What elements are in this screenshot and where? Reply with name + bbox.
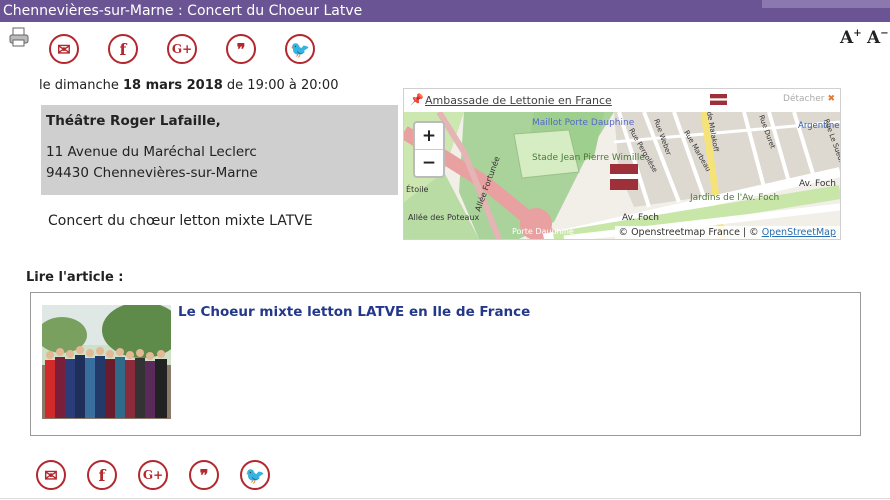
event-description: Concert du chœur letton mixte LATVE [48,213,313,229]
choir-photo[interactable] [42,305,171,419]
map-label: Allée des Poteaux [408,212,479,222]
share-bar-top: ✉ f G+ ❞ 🐦 [49,34,344,64]
window-title: Chennevières-sur-Marne : Concert du Choe… [3,3,363,19]
osm-link[interactable]: OpenStreetMap [762,227,836,238]
latvia-flag-icon [710,94,727,105]
printer-icon[interactable] [8,26,30,48]
twitter-share-icon[interactable]: 🐦 [285,34,315,64]
bottom-divider [0,498,890,499]
map-marker-flag-icon[interactable] [610,164,638,190]
map-label: Maillot Porte Dauphine [532,118,635,128]
quote-share-icon[interactable]: ❞ [226,34,256,64]
venue-name: Théâtre Roger Lafaille, [46,113,221,129]
map-label: Stade Jean Pierre Wimille [532,153,645,163]
map-label: Jardins de l'Av. Foch [689,193,779,203]
googleplus-share-icon[interactable]: G+ [138,460,168,490]
twitter-share-icon[interactable]: 🐦 [240,460,270,490]
map-header: 📌 Ambassade de Lettonie en France Détach… [404,89,840,112]
read-article-heading: Lire l'article : [26,270,124,285]
map-attribution: © Openstreetmap France | © OpenStreetMap [614,226,840,239]
zoom-in-button[interactable]: + [415,123,443,149]
zoom-control: + − [413,121,445,178]
window-titlebar: Chennevières-sur-Marne : Concert du Choe… [0,0,890,22]
event-date: le dimanche 18 mars 2018 de 19:00 à 20:0… [39,78,339,93]
facebook-share-icon[interactable]: f [108,34,138,64]
venue-address-line1: 11 Avenue du Maréchal Leclerc [46,144,257,160]
article-card[interactable]: Le Choeur mixte letton LATVE en Ile de F… [30,292,861,436]
font-increase-icon[interactable]: A+ [840,28,862,48]
quote-share-icon[interactable]: ❞ [189,460,219,490]
detach-button[interactable]: Détacher ✖ [783,94,835,104]
googleplus-share-icon[interactable]: G+ [167,34,197,64]
titlebar-grip[interactable] [762,0,890,8]
map-label: Av. Foch [799,179,836,189]
pin-icon: 📌 [410,93,424,106]
article-title-link[interactable]: Le Choeur mixte letton LATVE en Ile de F… [178,304,530,320]
font-decrease-icon[interactable]: A− [867,28,889,48]
share-bar-bottom: ✉ f G+ ❞ 🐦 [36,460,291,490]
email-share-icon[interactable]: ✉ [36,460,66,490]
facebook-share-icon[interactable]: f [87,460,117,490]
zoom-out-button[interactable]: − [415,149,443,176]
map-place-link[interactable]: Ambassade de Lettonie en France [425,94,612,107]
map-label: Av. Foch [622,213,659,223]
venue-address-line2: 94430 Chennevières-sur-Marne [46,165,258,181]
venue-box: Théâtre Roger Lafaille, 11 Avenue du Mar… [41,105,398,195]
map-label: Porte Dauphine [512,227,574,236]
map-canvas[interactable]: Av. Foch Av. Foch Jardins de l'Av. Foch … [404,112,840,239]
map-widget: 📌 Ambassade de Lettonie en France Détach… [403,88,841,240]
email-share-icon[interactable]: ✉ [49,34,79,64]
map-label: Étoile [406,183,429,194]
